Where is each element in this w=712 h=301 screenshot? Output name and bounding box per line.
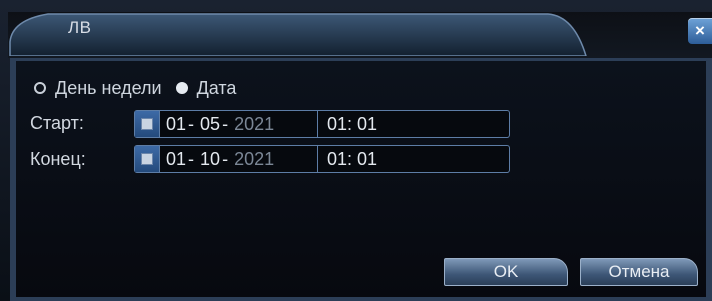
end-month[interactable]: 10 (200, 149, 220, 170)
radio-date[interactable] (175, 82, 188, 94)
start-label: Старт: (30, 113, 84, 133)
start-year[interactable]: 2021 (234, 114, 274, 135)
close-button[interactable]: × (688, 18, 712, 44)
window-title: ЛВ (68, 18, 92, 37)
end-time[interactable]: 01: 01 (317, 145, 377, 173)
title-tab (8, 12, 588, 56)
end-day[interactable]: 01 (166, 149, 186, 170)
start-day[interactable]: 01 (166, 114, 186, 135)
end-year[interactable]: 2021 (234, 149, 274, 170)
start-time[interactable]: 01: 01 (317, 110, 377, 138)
ok-button[interactable]: OK (444, 258, 568, 286)
radio-weekday-label[interactable]: День недели (55, 78, 162, 99)
radio-date-label[interactable]: Дата (197, 78, 237, 99)
calendar-icon[interactable] (135, 111, 160, 137)
dialog-window: ЛВ × День недели Дата Старт: 01 - 05 - 2… (0, 0, 712, 301)
end-datetime-field[interactable]: 01 - 10 - 2021 01: 01 (134, 145, 510, 173)
calendar-icon[interactable] (135, 146, 160, 172)
start-month[interactable]: 05 (200, 114, 220, 135)
end-label: Конец: (30, 149, 86, 169)
cancel-button[interactable]: Отмена (580, 258, 698, 286)
mode-selector: День недели Дата (34, 76, 250, 100)
start-datetime-field[interactable]: 01 - 05 - 2021 01: 01 (134, 110, 510, 138)
radio-weekday[interactable] (34, 82, 46, 94)
close-icon: × (695, 21, 705, 40)
